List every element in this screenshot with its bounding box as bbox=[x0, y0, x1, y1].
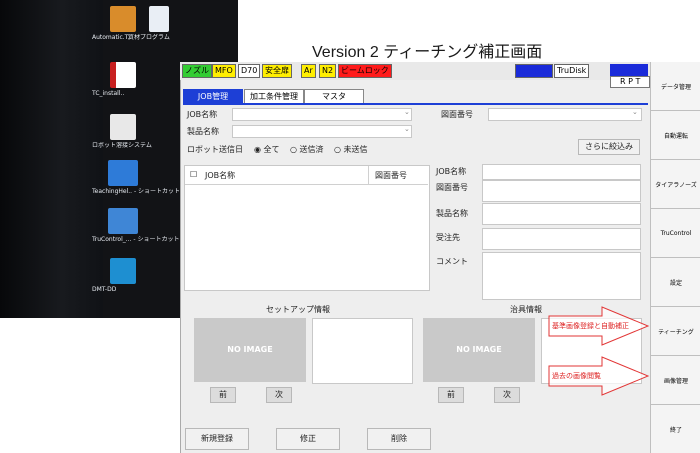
job-name-label: JOB名称 bbox=[187, 110, 218, 119]
desktop-icon-material-program[interactable]: 質材プログラム bbox=[128, 6, 190, 41]
desktop-icon-teaching-helper[interactable]: TeachingHel.. - ショートカット bbox=[92, 160, 180, 195]
app-icon bbox=[110, 258, 136, 284]
sidebar-item-image-management[interactable]: 画像管理 bbox=[651, 356, 700, 405]
installer-icon bbox=[110, 62, 136, 88]
desktop-icon-robot-system[interactable]: ロボット溶接システム bbox=[92, 114, 154, 149]
sidebar-item-settings[interactable]: 設定 bbox=[651, 258, 700, 307]
status-safety-door: 安全扉 bbox=[262, 64, 292, 78]
detail-comment-field[interactable] bbox=[482, 252, 641, 300]
status-beam-lock: ビームロック bbox=[338, 64, 392, 78]
sidebar-item-trucontrol[interactable]: TruControl bbox=[651, 209, 700, 258]
document-icon bbox=[149, 6, 169, 32]
modify-button[interactable]: 修正 bbox=[276, 428, 340, 450]
status-ar: Ar bbox=[301, 64, 316, 78]
status-bar: ノズル MFO D70 安全扉 Ar N2 ビームロック 原点復帰 TruDis… bbox=[180, 62, 650, 80]
tab-underline bbox=[183, 103, 648, 105]
sidebar-item-exit[interactable]: 終了 bbox=[651, 405, 700, 453]
annotation-text-2: 過去の画像閲覧 bbox=[552, 372, 601, 380]
column-job-name[interactable]: JOB名称 bbox=[205, 170, 235, 181]
sidebar-item-tire-nose[interactable]: タイアラノーズ bbox=[651, 160, 700, 209]
setup-notes[interactable] bbox=[312, 318, 413, 384]
setup-next-button[interactable]: 次 bbox=[266, 387, 292, 403]
detail-product-name-label: 製品名称 bbox=[436, 209, 468, 218]
setup-info-title: セットアップ情報 bbox=[266, 305, 330, 314]
chevron-down-icon[interactable]: ⌄ bbox=[632, 108, 638, 116]
detail-job-name-field[interactable] bbox=[482, 164, 641, 180]
annotation-text-1: 基準画像登録と自動補正 bbox=[552, 322, 629, 330]
jig-image: NO IMAGE bbox=[423, 318, 535, 382]
monitor-bezel bbox=[0, 0, 103, 318]
send-date-label: ロボット送信日 bbox=[187, 145, 243, 154]
jig-next-button[interactable]: 次 bbox=[494, 387, 520, 403]
detail-customer-field[interactable] bbox=[482, 228, 641, 250]
sidebar-item-data-management[interactable]: データ管理 bbox=[651, 62, 700, 111]
jig-info-title: 治具情報 bbox=[510, 305, 542, 314]
status-indicator-blue bbox=[610, 64, 648, 76]
status-trudisk: TruDisk bbox=[554, 64, 590, 78]
job-name-select[interactable] bbox=[232, 108, 412, 121]
product-name-select[interactable] bbox=[232, 125, 412, 138]
new-register-button[interactable]: 新規登録 bbox=[185, 428, 249, 450]
narrow-search-button[interactable]: さらに絞込み bbox=[578, 139, 640, 155]
detail-drawing-no-field[interactable] bbox=[482, 180, 641, 202]
radio-sent[interactable]: ○ 送信済 bbox=[290, 144, 324, 155]
sidebar-item-teaching[interactable]: ティーチング bbox=[651, 307, 700, 356]
jig-prev-button[interactable]: 前 bbox=[438, 387, 464, 403]
status-nozzle: ノズル bbox=[182, 64, 212, 78]
desktop-icon-dmt-dd[interactable]: DMT-DD bbox=[92, 258, 154, 293]
rpt-label: R P T bbox=[620, 77, 641, 86]
shortcut-icon bbox=[108, 208, 138, 234]
drawing-no-label: 図面番号 bbox=[441, 110, 473, 119]
page-title: Version 2 ティーチング補正画面 bbox=[312, 44, 543, 61]
radio-unsent[interactable]: ○ 未送信 bbox=[334, 144, 368, 155]
shortcut-icon bbox=[108, 160, 138, 186]
setup-prev-button[interactable]: 前 bbox=[210, 387, 236, 403]
desktop-icon-tc-install[interactable]: TC_install.. bbox=[92, 62, 154, 97]
status-mfo: MFO bbox=[212, 64, 236, 78]
detail-customer-label: 受注先 bbox=[436, 233, 460, 242]
status-n2: N2 bbox=[319, 64, 337, 78]
status-d70: D70 bbox=[238, 64, 261, 78]
column-drawing-no[interactable]: 図面番号 bbox=[375, 170, 407, 181]
drawing-no-select[interactable] bbox=[488, 108, 642, 121]
robot-app-icon bbox=[110, 114, 136, 140]
status-origin-return: 原点復帰 bbox=[515, 64, 553, 78]
select-all-checkbox[interactable]: ☐ bbox=[190, 170, 197, 179]
detail-product-name-field[interactable] bbox=[482, 203, 641, 225]
sidebar-item-auto-run[interactable]: 自動運転 bbox=[651, 111, 700, 160]
product-name-label: 製品名称 bbox=[187, 127, 219, 136]
chevron-down-icon[interactable]: ⌄ bbox=[404, 108, 410, 116]
detail-job-name-label: JOB名称 bbox=[436, 167, 467, 176]
delete-button[interactable]: 削除 bbox=[367, 428, 431, 450]
desktop-icon-trucontrol[interactable]: TruControl_... - ショートカット bbox=[92, 208, 179, 243]
radio-all[interactable]: ◉ 全て bbox=[254, 144, 280, 155]
table-header: ☐ JOB名称 図面番号 bbox=[185, 166, 428, 185]
detail-drawing-no-label: 図面番号 bbox=[436, 183, 468, 192]
setup-image: NO IMAGE bbox=[194, 318, 306, 382]
detail-comment-label: コメント bbox=[436, 257, 468, 266]
chevron-down-icon[interactable]: ⌄ bbox=[404, 125, 410, 133]
sidebar: データ管理 自動運転 タイアラノーズ TruControl 設定 ティーチング … bbox=[650, 62, 700, 453]
